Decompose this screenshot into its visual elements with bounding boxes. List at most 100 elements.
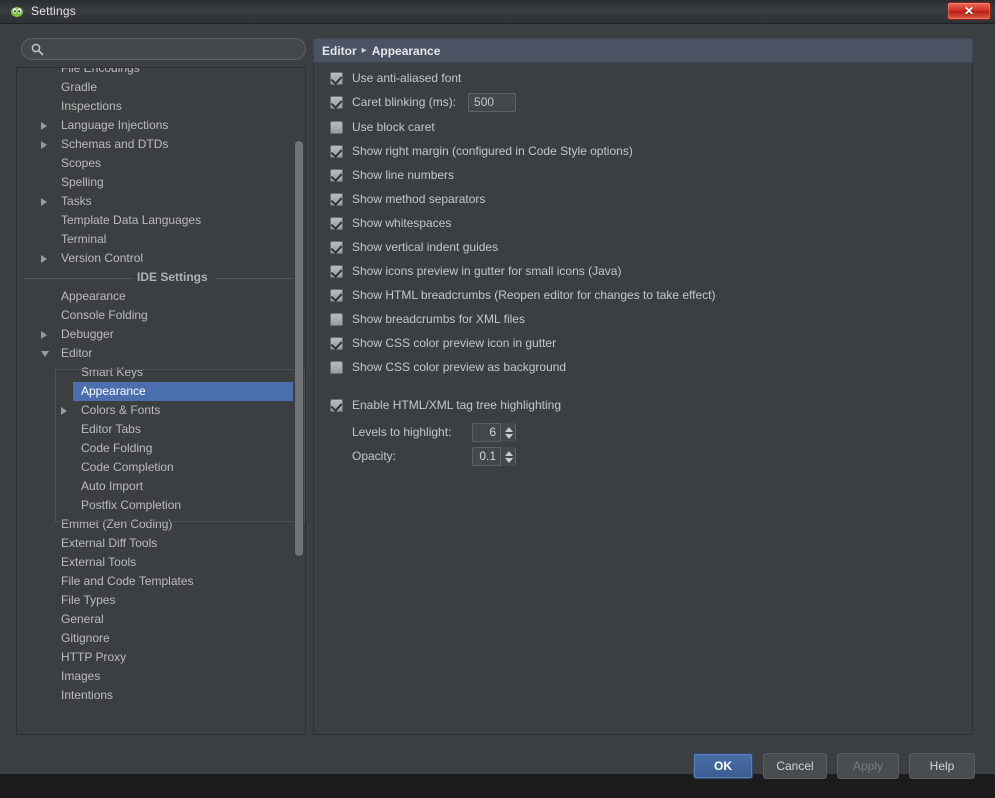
sidebar-item-code-completion[interactable]: Code Completion <box>17 458 305 477</box>
sidebar-item-tasks[interactable]: Tasks <box>17 192 305 211</box>
sidebar-item-gradle[interactable]: Gradle <box>17 78 305 97</box>
checkbox-row-use-anti-aliased-font[interactable]: Use anti-aliased font <box>330 69 461 87</box>
spinner-label: Levels to highlight: <box>352 425 472 439</box>
sidebar-item-external-tools[interactable]: External Tools <box>17 553 305 572</box>
spinner-levels-to-highlight[interactable]: 6 <box>472 423 516 442</box>
settings-tree[interactable]: File EncodingsGradleInspectionsLanguage … <box>16 67 306 735</box>
checkbox-checked-icon[interactable] <box>330 193 343 206</box>
checkbox-checked-icon[interactable] <box>330 241 343 254</box>
dialog-body: File EncodingsGradleInspectionsLanguage … <box>0 24 995 774</box>
breadcrumb: Editor ▸ Appearance <box>313 38 973 63</box>
sidebar-item-spelling[interactable]: Spelling <box>17 173 305 192</box>
checkbox-checked-icon[interactable] <box>330 265 343 278</box>
sidebar-item-console-folding[interactable]: Console Folding <box>17 306 305 325</box>
sidebar-item-template-data-languages[interactable]: Template Data Languages <box>17 211 305 230</box>
ok-button[interactable]: OK <box>693 753 753 779</box>
tree-group-separator: IDE Settings <box>17 268 305 287</box>
sidebar-item-colors-fonts[interactable]: Colors & Fonts <box>17 401 305 420</box>
sidebar-item-gitignore[interactable]: Gitignore <box>17 629 305 648</box>
checkbox-label: Show line numbers <box>352 168 454 182</box>
checkbox-row-use-block-caret[interactable]: Use block caret <box>330 118 435 136</box>
sidebar-item-language-injections[interactable]: Language Injections <box>17 116 305 135</box>
checkbox-checked-icon[interactable] <box>330 399 343 412</box>
sidebar-item-external-diff-tools[interactable]: External Diff Tools <box>17 534 305 553</box>
sidebar-item-appearance[interactable]: Appearance <box>17 287 305 306</box>
checkbox-label: Show whitespaces <box>352 216 451 230</box>
cancel-button[interactable]: Cancel <box>763 753 827 779</box>
chevron-right-icon[interactable] <box>61 407 67 415</box>
checkbox-row-show-breadcrumbs-for-xml-files[interactable]: Show breadcrumbs for XML files <box>330 310 525 328</box>
chevron-right-icon[interactable] <box>41 198 47 206</box>
checkbox-unchecked-icon[interactable] <box>330 121 343 134</box>
checkbox-row-show-vertical-indent-guides[interactable]: Show vertical indent guides <box>330 238 498 256</box>
sidebar-item-appearance[interactable]: Appearance <box>73 382 305 401</box>
checkbox-checked-icon[interactable] <box>330 96 343 109</box>
spinner-value: 6 <box>473 425 500 439</box>
checkbox-unchecked-icon[interactable] <box>330 313 343 326</box>
sidebar-item-intentions[interactable]: Intentions <box>17 686 305 705</box>
chevron-right-icon[interactable] <box>41 141 47 149</box>
checkbox-row-show-whitespaces[interactable]: Show whitespaces <box>330 214 451 232</box>
checkbox-row-enable-html-xml-tag-tree-highlighting[interactable]: Enable HTML/XML tag tree highlighting <box>330 396 561 414</box>
spinner-row-opacity: Opacity:0.1 <box>352 446 516 466</box>
tree-scrollbar-thumb[interactable] <box>295 141 303 556</box>
sidebar-item-smart-keys[interactable]: Smart Keys <box>17 363 305 382</box>
checkbox-checked-icon[interactable] <box>330 337 343 350</box>
chevron-right-icon[interactable] <box>41 331 47 339</box>
close-button[interactable]: ✕ <box>947 2 991 20</box>
checkbox-checked-icon[interactable] <box>330 72 343 85</box>
checkbox-unchecked-icon[interactable] <box>330 361 343 374</box>
chevron-right-icon[interactable] <box>41 122 47 130</box>
spinner-down-icon[interactable] <box>505 458 513 463</box>
checkbox-checked-icon[interactable] <box>330 169 343 182</box>
checkbox-row-show-method-separators[interactable]: Show method separators <box>330 190 485 208</box>
spinner-row-levels-to-highlight: Levels to highlight:6 <box>352 422 516 442</box>
sidebar-item-postfix-completion[interactable]: Postfix Completion <box>17 496 305 515</box>
sidebar-item-emmet-zen-coding[interactable]: Emmet (Zen Coding) <box>17 515 305 534</box>
sidebar-item-file-and-code-templates[interactable]: File and Code Templates <box>17 572 305 591</box>
checkbox-label: Show CSS color preview icon in gutter <box>352 336 556 350</box>
sidebar-item-label: Auto Import <box>81 477 143 496</box>
sidebar-item-file-encodings[interactable]: File Encodings <box>17 67 305 78</box>
sidebar-item-version-control[interactable]: Version Control <box>17 249 305 268</box>
spinner-down-icon[interactable] <box>505 434 513 439</box>
sidebar-item-schemas-and-dtds[interactable]: Schemas and DTDs <box>17 135 305 154</box>
sidebar-item-editor-tabs[interactable]: Editor Tabs <box>17 420 305 439</box>
spinner-up-icon[interactable] <box>505 427 513 432</box>
spinner-buttons[interactable] <box>500 447 515 466</box>
caret-blinking-input[interactable] <box>468 93 516 112</box>
sidebar-item-file-types[interactable]: File Types <box>17 591 305 610</box>
checkbox-row-show-css-color-preview-as-background[interactable]: Show CSS color preview as background <box>330 358 566 376</box>
search-icon <box>31 43 44 56</box>
search-box[interactable] <box>21 38 306 60</box>
checkbox-checked-icon[interactable] <box>330 289 343 302</box>
sidebar-item-label: Version Control <box>61 249 143 268</box>
checkbox-row-show-html-breadcrumbs-reopen-editor-for-changes-to-take-effect[interactable]: Show HTML breadcrumbs (Reopen editor for… <box>330 286 716 304</box>
checkbox-checked-icon[interactable] <box>330 217 343 230</box>
checkbox-row-show-right-margin-configured-in-code-style-options[interactable]: Show right margin (configured in Code St… <box>330 142 633 160</box>
sidebar-item-general[interactable]: General <box>17 610 305 629</box>
sidebar-item-label: Inspections <box>61 97 122 116</box>
sidebar-item-http-proxy[interactable]: HTTP Proxy <box>17 648 305 667</box>
sidebar-item-inspections[interactable]: Inspections <box>17 97 305 116</box>
checkbox-checked-icon[interactable] <box>330 145 343 158</box>
checkbox-row-show-css-color-preview-icon-in-gutter[interactable]: Show CSS color preview icon in gutter <box>330 334 556 352</box>
checkbox-row-caret-blinking-ms[interactable]: Caret blinking (ms): <box>330 93 516 111</box>
sidebar-item-code-folding[interactable]: Code Folding <box>17 439 305 458</box>
sidebar-item-terminal[interactable]: Terminal <box>17 230 305 249</box>
checkbox-row-show-line-numbers[interactable]: Show line numbers <box>330 166 454 184</box>
sidebar-item-scopes[interactable]: Scopes <box>17 154 305 173</box>
chevron-down-icon[interactable] <box>41 351 49 357</box>
search-input[interactable] <box>49 42 301 60</box>
help-button[interactable]: Help <box>909 753 975 779</box>
spinner-buttons[interactable] <box>500 423 515 442</box>
spinner-up-icon[interactable] <box>505 451 513 456</box>
chevron-right-icon[interactable] <box>41 255 47 263</box>
sidebar-item-editor[interactable]: Editor <box>17 344 305 363</box>
checkbox-row-show-icons-preview-in-gutter-for-small-icons-java[interactable]: Show icons preview in gutter for small i… <box>330 262 621 280</box>
tree-scrollbar[interactable] <box>293 69 304 735</box>
sidebar-item-auto-import[interactable]: Auto Import <box>17 477 305 496</box>
spinner-opacity[interactable]: 0.1 <box>472 447 516 466</box>
sidebar-item-debugger[interactable]: Debugger <box>17 325 305 344</box>
sidebar-item-images[interactable]: Images <box>17 667 305 686</box>
